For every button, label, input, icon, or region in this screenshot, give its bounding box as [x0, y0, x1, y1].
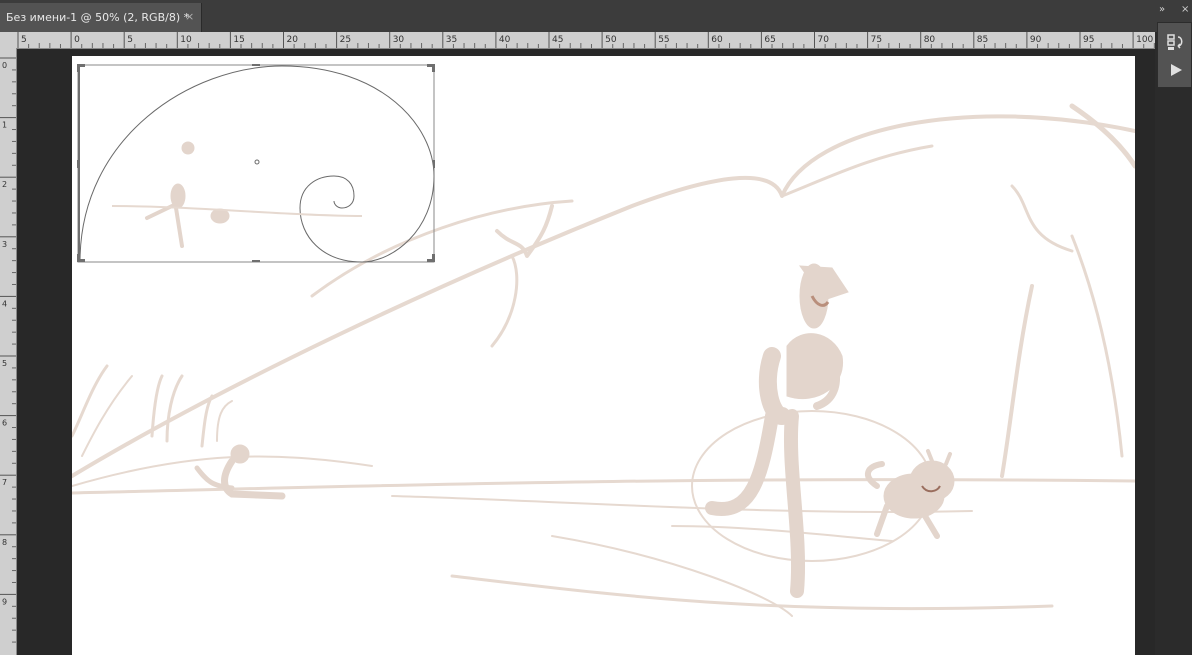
- ruler-label: 65: [764, 35, 775, 45]
- ruler-label: 90: [1030, 35, 1042, 45]
- ruler-label: 45: [552, 35, 563, 45]
- ruler-label: 60: [711, 35, 723, 45]
- ruler-label: 75: [871, 35, 882, 45]
- ruler-label: 1: [2, 121, 7, 130]
- ruler-label: 55: [658, 35, 669, 45]
- ruler-label: 8: [2, 538, 7, 547]
- horizontal-ruler[interactable]: 5 0 5 10 15 20 25 30 35 40 45 50 55 60 65 70 75 80 85 90 95 1…: [0, 32, 1155, 49]
- ruler-label: 15: [233, 35, 244, 45]
- close-icon[interactable]: ×: [185, 10, 194, 23]
- ruler-label: 20: [287, 35, 299, 45]
- history-icon[interactable]: [1163, 29, 1189, 55]
- play-glyph: [1171, 64, 1182, 76]
- ruler-label: 7: [2, 478, 7, 487]
- horizontal-ruler-ticks: 5 0 5 10 15 20 25 30 35 40 45 50 55 60 65 70 75 80 85 90 95 1…: [17, 32, 1155, 48]
- panel-dock-header: » ×: [1155, 3, 1192, 21]
- document-canvas[interactable]: [72, 56, 1135, 655]
- document-tab-bar: Без имени-1 @ 50% (2, RGB/8) * ×: [0, 0, 1192, 33]
- ruler-label: 30: [393, 35, 405, 45]
- ruler-label: 0: [2, 61, 7, 70]
- ruler-label: 2: [2, 180, 7, 189]
- ruler-label: 0: [74, 35, 80, 45]
- ruler-label: 70: [818, 35, 830, 45]
- ruler-label: 85: [977, 35, 988, 45]
- panel-dock: [1157, 22, 1192, 88]
- ruler-label: 5: [2, 359, 7, 368]
- ruler-label: 100: [1136, 35, 1153, 45]
- document-tab-title: Без имени-1 @ 50% (2, RGB/8) *: [6, 11, 190, 24]
- ruler-label: 9: [2, 597, 7, 606]
- ruler-label: 40: [499, 35, 511, 45]
- play-actions-icon[interactable]: [1163, 57, 1189, 83]
- ruler-label: 5: [127, 35, 133, 45]
- ruler-label: 3: [2, 240, 7, 249]
- ruler-label: 5: [21, 35, 27, 45]
- collapse-panels-icon[interactable]: »: [1159, 4, 1165, 15]
- ruler-label: 95: [1083, 35, 1094, 45]
- ruler-label: 4: [2, 299, 7, 308]
- right-panel-strip: [1155, 88, 1192, 655]
- ruler-label: 25: [340, 35, 351, 45]
- vertical-ruler[interactable]: 0 1 2 3 4 5 6 7 8 9: [0, 48, 17, 655]
- ruler-label: 80: [924, 35, 936, 45]
- ruler-label: 10: [180, 35, 192, 45]
- ruler-label: 6: [2, 419, 7, 428]
- document-tab[interactable]: Без имени-1 @ 50% (2, RGB/8) * ×: [0, 3, 202, 32]
- close-panels-icon[interactable]: ×: [1181, 4, 1189, 15]
- ruler-label: 50: [605, 35, 617, 45]
- ruler-label: 35: [446, 35, 457, 45]
- golden-spiral-crop-overlay: [77, 64, 435, 263]
- history-glyph: [1167, 34, 1183, 50]
- vertical-ruler-ticks: 0 1 2 3 4 5 6 7 8 9: [0, 57, 16, 643]
- sketch-artwork: [72, 64, 1135, 617]
